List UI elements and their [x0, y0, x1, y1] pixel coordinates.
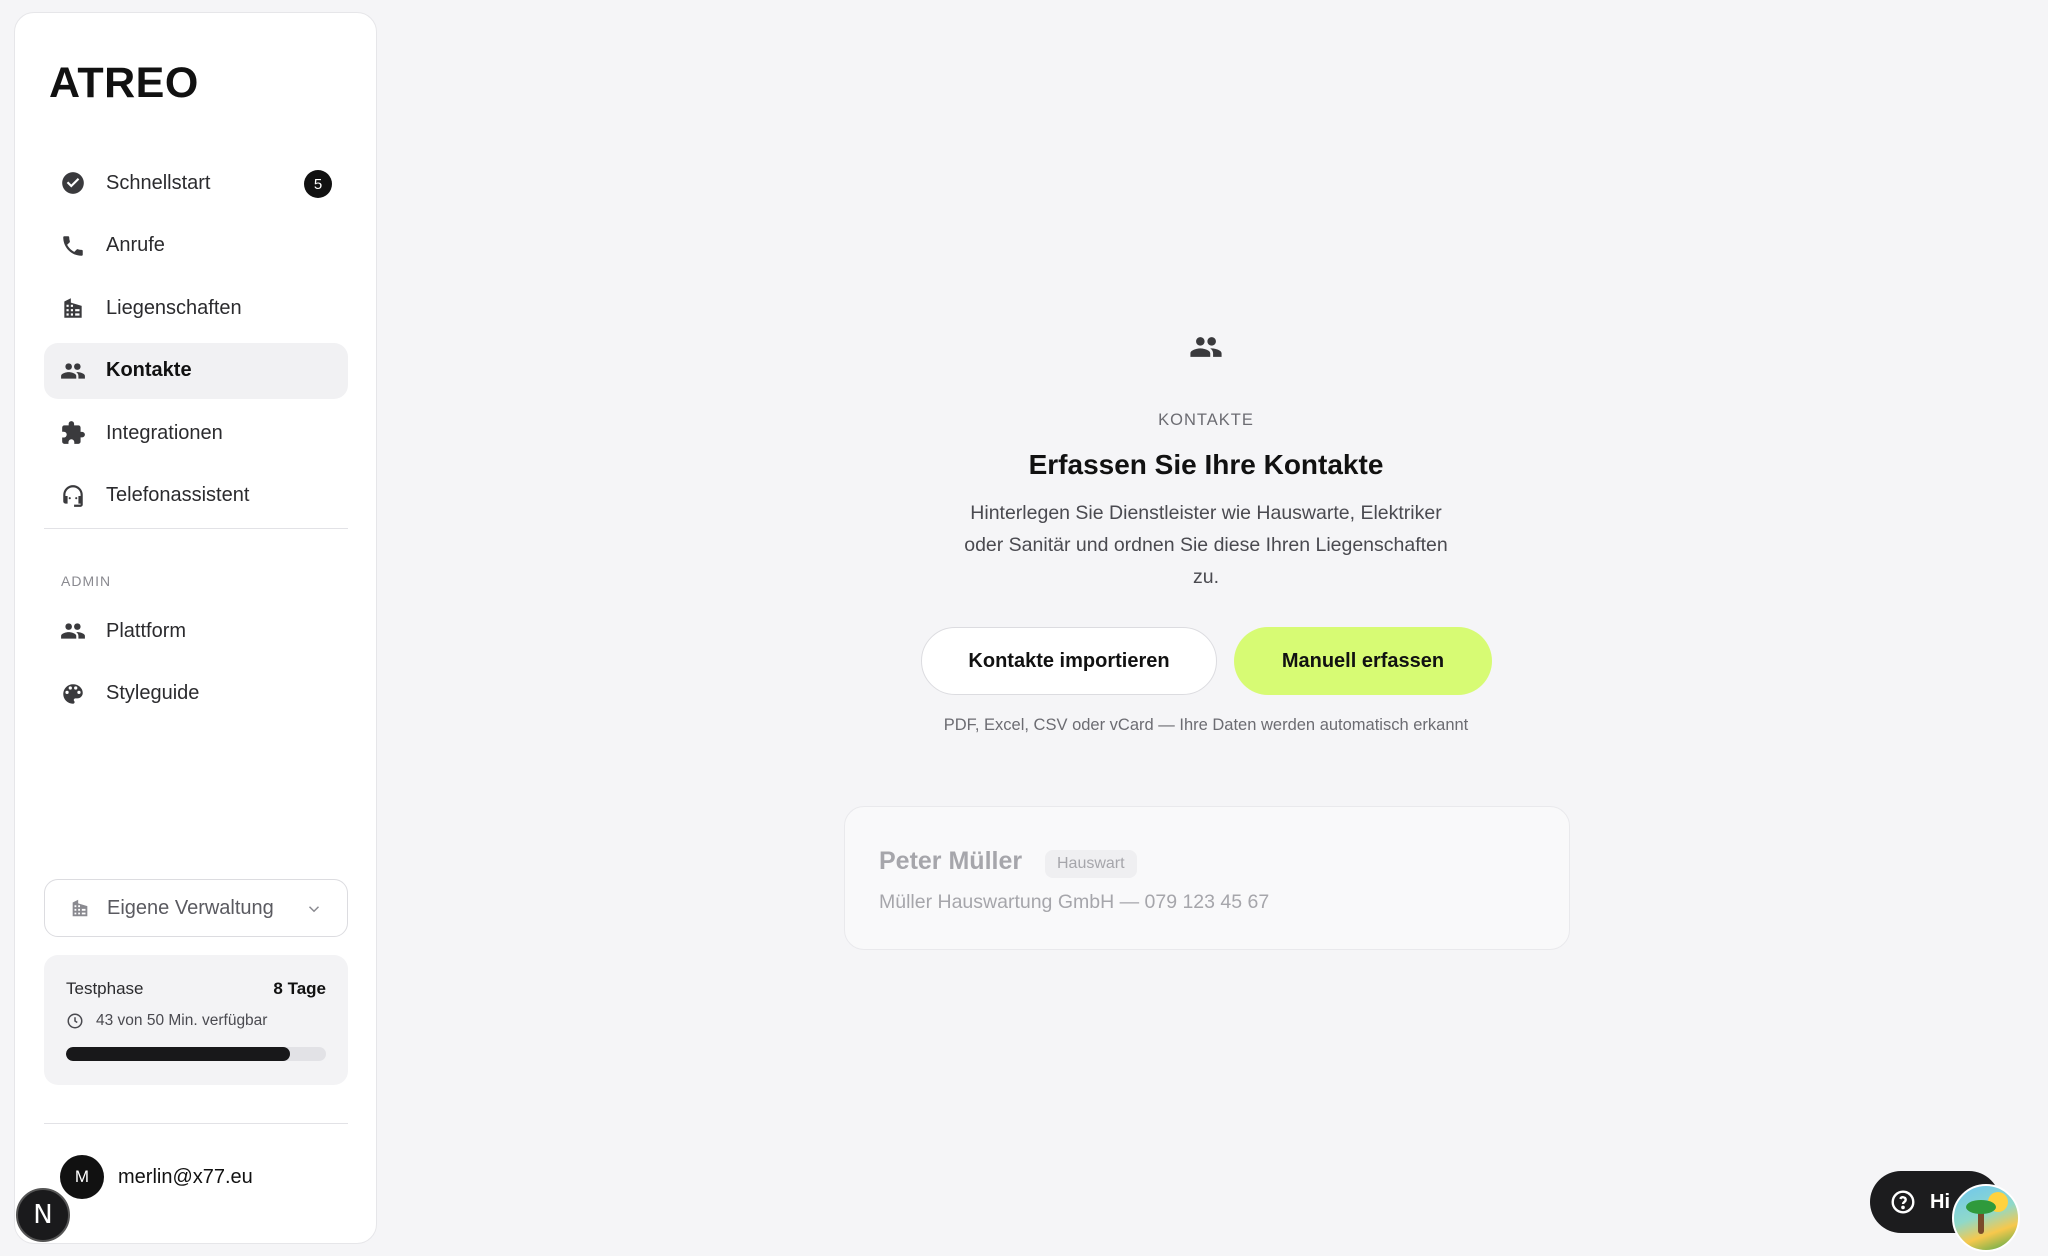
sidebar: ATREO Schnellstart 5 Anrufe Liegenschaft… — [14, 12, 377, 1244]
admin-section-label: ADMIN — [61, 573, 112, 589]
sidebar-item-label: Plattform — [106, 619, 187, 642]
sidebar-item-kontakte[interactable]: Kontakte — [44, 342, 348, 399]
section-kicker: KONTAKTE — [1158, 411, 1254, 429]
building-icon — [69, 897, 91, 919]
import-contacts-button[interactable]: Kontakte importieren — [921, 627, 1217, 695]
palette-icon — [60, 681, 86, 707]
import-hint: PDF, Excel, CSV oder vCard — Ihre Daten … — [943, 716, 1469, 734]
clock-icon — [66, 1012, 96, 1030]
trial-progress-fill — [66, 1047, 290, 1061]
headset-icon — [60, 483, 86, 509]
sidebar-item-label: Styleguide — [106, 682, 200, 705]
people-icon — [1189, 330, 1223, 369]
help-icon — [1890, 1189, 1930, 1215]
manual-entry-button[interactable]: Manuell erfassen — [1234, 627, 1492, 695]
help-label: Hi — [1930, 1190, 1950, 1213]
sidebar-divider — [44, 528, 348, 529]
avatar: M — [60, 1155, 104, 1199]
user-email: merlin@x77.eu — [118, 1165, 253, 1188]
user-profile[interactable]: M merlin@x77.eu — [60, 1155, 253, 1199]
admin-nav: Plattform Styleguide — [44, 603, 348, 728]
trial-usage: 43 von 50 Min. verfügbar — [66, 1012, 267, 1030]
trial-label: Testphase — [66, 979, 144, 998]
palm-leaf-shape — [1966, 1200, 1996, 1214]
sidebar-item-label: Anrufe — [106, 234, 165, 257]
contact-company: Müller Hauswartung GmbH — [879, 891, 1115, 913]
page-description: Hinterlegen Sie Dienstleister wie Hauswa… — [964, 502, 1448, 588]
sidebar-item-plattform[interactable]: Plattform — [44, 603, 348, 659]
sidebar-item-liegenschaften[interactable]: Liegenschaften — [44, 280, 348, 336]
contact-details: Müller Hauswartung GmbH — 079 123 45 67 — [879, 891, 1269, 914]
people-icon — [60, 618, 86, 644]
trial-days: 8 Tage — [273, 979, 326, 998]
contact-role-tag: Hauswart — [1045, 850, 1137, 878]
example-contact-card: Peter Müller Hauswart Müller Hauswartung… — [844, 806, 1570, 950]
chevron-down-icon — [305, 900, 323, 924]
sidebar-item-label: Kontakte — [106, 359, 192, 382]
trial-card: Testphase 8 Tage 43 von 50 Min. verfügba… — [44, 955, 348, 1085]
trial-usage-text: 43 von 50 Min. verfügbar — [96, 1012, 268, 1029]
people-icon — [60, 358, 86, 384]
contact-name: Peter Müller — [879, 847, 1023, 875]
sidebar-item-schnellstart[interactable]: Schnellstart 5 — [44, 155, 348, 211]
sidebar-divider — [44, 1123, 348, 1124]
organization-select-value: Eigene Verwaltung — [107, 896, 274, 919]
sidebar-item-label: Telefonassistent — [106, 484, 250, 507]
building-icon — [60, 295, 86, 321]
sidebar-item-label: Schnellstart — [106, 171, 211, 194]
sidebar-item-label: Liegenschaften — [106, 296, 242, 319]
count-badge: 5 — [304, 170, 332, 198]
sidebar-item-anrufe[interactable]: Anrufe — [44, 218, 348, 274]
dev-tools-badge[interactable]: N — [16, 1188, 70, 1242]
organization-select[interactable]: Eigene Verwaltung — [44, 879, 348, 937]
contact-phone: — 079 123 45 67 — [1114, 891, 1270, 913]
browser-extension-icon[interactable] — [1952, 1184, 2020, 1252]
trial-progress-bar — [66, 1047, 326, 1061]
phone-icon — [60, 233, 86, 259]
app-logo[interactable]: ATREO — [49, 59, 199, 108]
page-title: Erfassen Sie Ihre Kontakte — [1028, 449, 1384, 480]
check-circle-icon — [60, 170, 86, 196]
sidebar-item-styleguide[interactable]: Styleguide — [44, 666, 348, 722]
